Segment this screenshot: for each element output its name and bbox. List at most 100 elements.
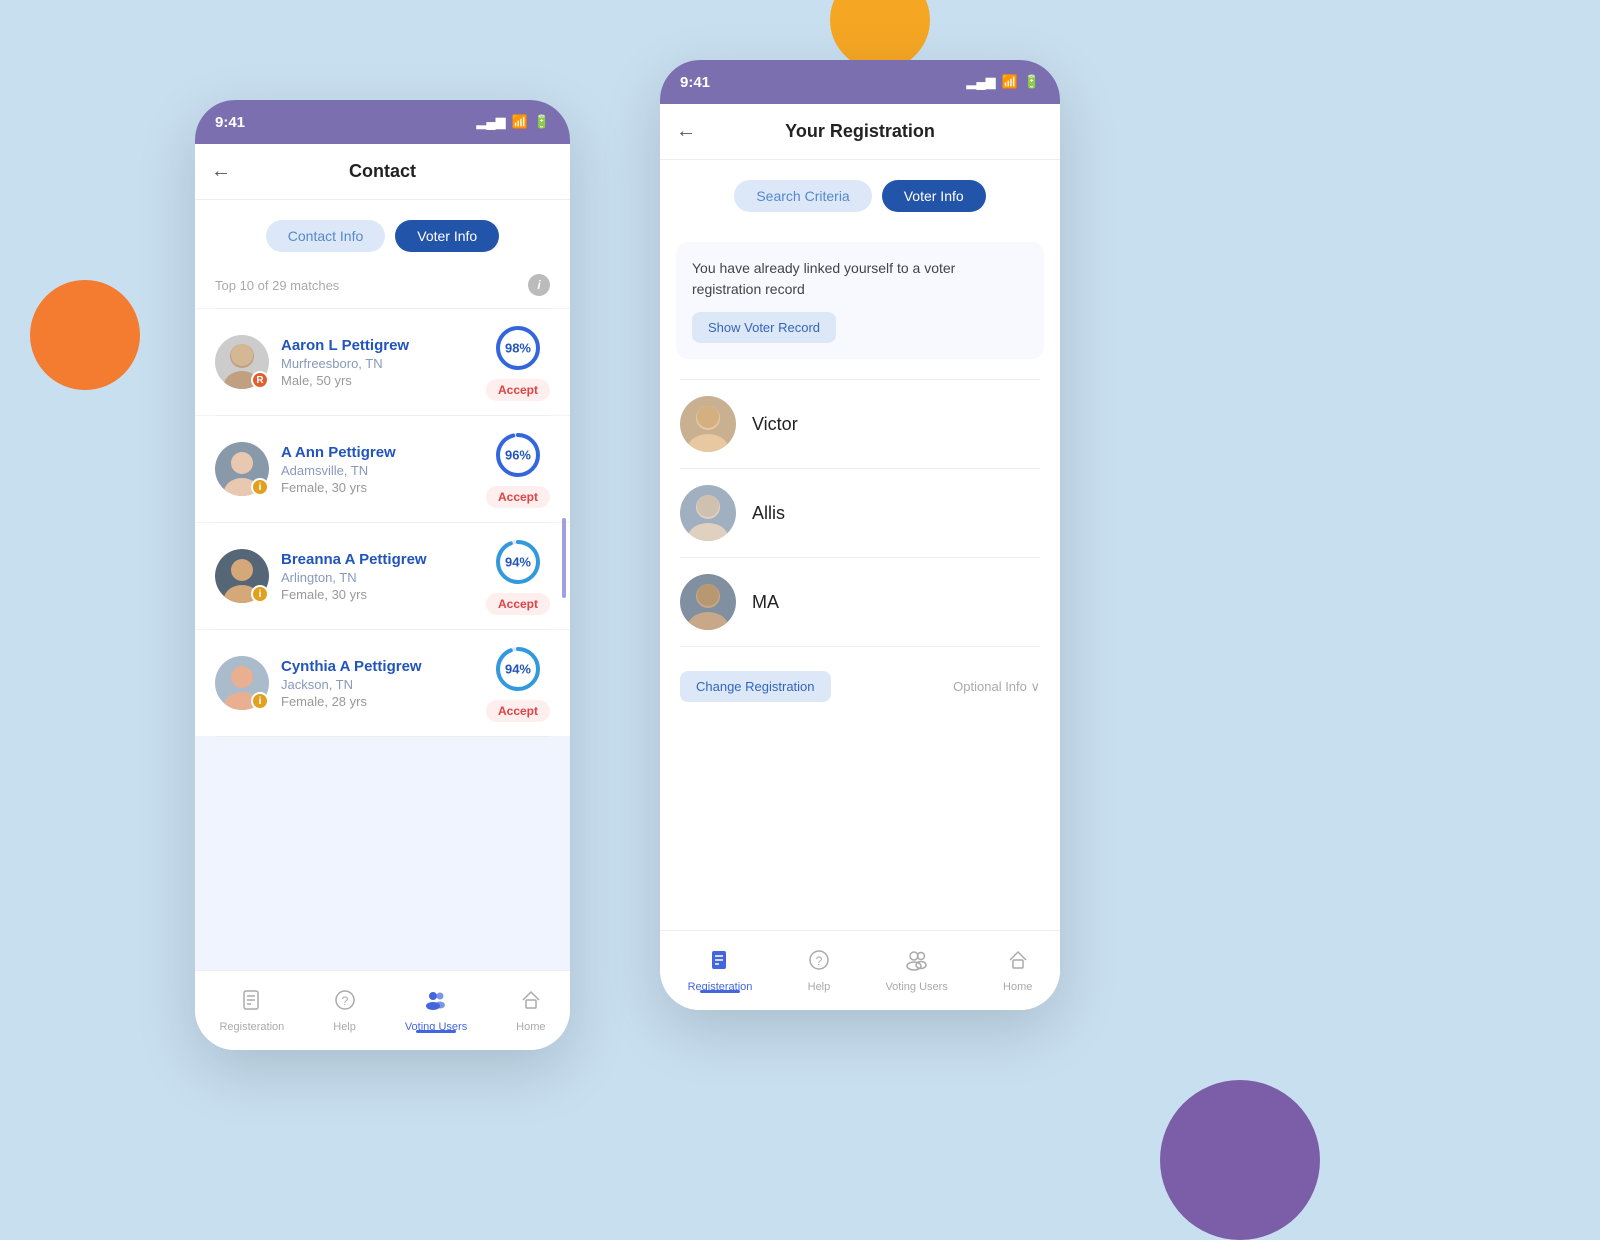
badge-r-1: R <box>251 371 269 389</box>
nav-item-help-right[interactable]: ? Help <box>808 949 831 993</box>
status-icons-left: ▂▄▆ 📶 🔋 <box>476 114 550 130</box>
tab-search-criteria[interactable]: Search Criteria <box>734 180 871 212</box>
accept-btn-4[interactable]: Accept <box>486 700 550 722</box>
back-button-left[interactable]: ← <box>211 160 231 183</box>
accept-btn-1[interactable]: Accept <box>486 379 550 401</box>
signal-icon-right: ▂▄▆ <box>966 74 995 90</box>
divider-m <box>680 646 1040 647</box>
tab-voter-info-left[interactable]: Voter Info <box>395 220 499 252</box>
phone-right: 9:41 ▂▄▆ 📶 🔋 ← Your Registration Search … <box>660 60 1060 1010</box>
contact-item-4[interactable]: i Cynthia A Pettigrew Jackson, TN Female… <box>195 630 570 736</box>
contact-right-2: 96% Accept <box>486 430 550 508</box>
battery-icon-right: 🔋 <box>1024 74 1040 90</box>
status-bar-left: 9:41 ▂▄▆ 📶 🔋 <box>195 100 570 144</box>
avatar-wrap-4: i <box>215 656 269 710</box>
change-reg-btn[interactable]: Change Registration <box>680 671 831 702</box>
nav-item-home-right[interactable]: Home <box>1003 949 1032 993</box>
nav-label-help-left: Help <box>333 1021 356 1033</box>
percent-2: 96% <box>505 448 531 463</box>
contact-info-2: A Ann Pettigrew Adamsville, TN Female, 3… <box>281 444 474 495</box>
contact-details-2: Female, 30 yrs <box>281 480 474 495</box>
optional-info[interactable]: Optional Info ∨ <box>953 679 1040 695</box>
wifi-icon-left: 📶 <box>512 114 528 130</box>
percent-1: 98% <box>505 341 531 356</box>
status-time-left: 9:41 <box>215 114 245 131</box>
accept-btn-2[interactable]: Accept <box>486 486 550 508</box>
nav-label-home-right: Home <box>1003 981 1032 993</box>
voting-icon-left <box>425 989 447 1017</box>
contact-item-3[interactable]: i Breanna A Pettigrew Arlington, TN Fema… <box>195 523 570 629</box>
nav-label-home-left: Home <box>516 1021 545 1033</box>
badge-i-2: i <box>251 478 269 496</box>
contact-location-4: Jackson, TN <box>281 677 474 692</box>
contact-name-4: Cynthia A Pettigrew <box>281 658 474 675</box>
show-voter-btn[interactable]: Show Voter Record <box>692 312 836 343</box>
contact-location-3: Arlington, TN <box>281 570 474 585</box>
avatar-ma <box>680 574 736 630</box>
wifi-icon-right: 📶 <box>1002 74 1018 90</box>
contact-info-4: Cynthia A Pettigrew Jackson, TN Female, … <box>281 658 474 709</box>
contact-item-2[interactable]: i A Ann Pettigrew Adamsville, TN Female,… <box>195 416 570 522</box>
bottom-actions: Change Registration Optional Info ∨ <box>660 655 1060 718</box>
back-button-right[interactable]: ← <box>676 120 696 143</box>
status-icons-right: ▂▄▆ 📶 🔋 <box>966 74 1040 90</box>
person-row-victor[interactable]: Victor <box>660 380 1060 468</box>
contact-location-1: Murfreesboro, TN <box>281 356 474 371</box>
nav-header-right: ← Your Registration <box>660 104 1060 160</box>
accept-btn-3[interactable]: Accept <box>486 593 550 615</box>
tab-row-right: Search Criteria Voter Info <box>660 160 1060 222</box>
tab-contact-info[interactable]: Contact Info <box>266 220 386 252</box>
nav-item-registration-right[interactable]: Registeration <box>688 949 753 993</box>
status-bar-right: 9:41 ▂▄▆ 📶 🔋 <box>660 60 1060 104</box>
page-title-right: Your Registration <box>785 121 935 142</box>
contacts-list: R Aaron L Pettigrew Murfreesboro, TN Mal… <box>195 309 570 1050</box>
voting-icon-right <box>906 949 928 977</box>
active-line-left <box>416 1030 456 1033</box>
tab-row-left: Contact Info Voter Info <box>195 200 570 262</box>
phone-left: 9:41 ▂▄▆ 📶 🔋 ← Contact Contact Info Vote… <box>195 100 570 1050</box>
person-row-ma[interactable]: MA <box>660 558 1060 646</box>
contact-name-2: A Ann Pettigrew <box>281 444 474 461</box>
contact-location-2: Adamsville, TN <box>281 463 474 478</box>
progress-3: 94% <box>493 537 543 587</box>
progress-1: 98% <box>493 323 543 373</box>
nav-header-left: ← Contact <box>195 144 570 200</box>
percent-3: 94% <box>505 555 531 570</box>
deco-circle-purple-bottom <box>1160 1080 1320 1240</box>
avatar-wrap-1: R <box>215 335 269 389</box>
avatar-victor <box>680 396 736 452</box>
signal-icon-left: ▂▄▆ <box>476 114 505 130</box>
nav-item-voting-left[interactable]: Voting Users <box>405 989 467 1033</box>
avatar-wrap-3: i <box>215 549 269 603</box>
contact-name-1: Aaron L Pettigrew <box>281 337 474 354</box>
scroll-indicator <box>562 518 566 598</box>
contact-right-3: 94% Accept <box>486 537 550 615</box>
nav-label-help-right: Help <box>808 981 831 993</box>
active-line-right <box>700 990 740 993</box>
contact-item-1[interactable]: R Aaron L Pettigrew Murfreesboro, TN Mal… <box>195 309 570 415</box>
svg-text:?: ? <box>816 954 823 968</box>
percent-4: 94% <box>505 662 531 677</box>
person-name-victor: Victor <box>752 414 798 435</box>
person-name-allis: Allis <box>752 503 785 524</box>
person-row-allis[interactable]: Allis <box>660 469 1060 557</box>
nav-item-home-left[interactable]: Home <box>516 989 545 1033</box>
info-icon[interactable]: i <box>528 274 550 296</box>
nav-label-registration-left: Registeration <box>219 1021 284 1033</box>
tab-voter-info-right[interactable]: Voter Info <box>882 180 986 212</box>
avatar-wrap-2: i <box>215 442 269 496</box>
registration-icon-right <box>709 949 731 977</box>
contact-right-1: 98% Accept <box>486 323 550 401</box>
nav-item-registration-left[interactable]: Registeration <box>219 989 284 1033</box>
page-title-left: Contact <box>349 161 416 182</box>
badge-i-3: i <box>251 585 269 603</box>
nav-item-voting-right[interactable]: Voting Users <box>885 949 947 993</box>
nav-item-help-left[interactable]: ? Help <box>333 989 356 1033</box>
match-count: Top 10 of 29 matches <box>215 278 339 293</box>
status-time-right: 9:41 <box>680 74 710 91</box>
right-phone-body: You have already linked yourself to a vo… <box>660 222 1060 1010</box>
help-icon-left: ? <box>334 989 356 1017</box>
battery-icon-left: 🔋 <box>534 114 550 130</box>
message-box: You have already linked yourself to a vo… <box>676 242 1044 359</box>
contact-info-1: Aaron L Pettigrew Murfreesboro, TN Male,… <box>281 337 474 388</box>
